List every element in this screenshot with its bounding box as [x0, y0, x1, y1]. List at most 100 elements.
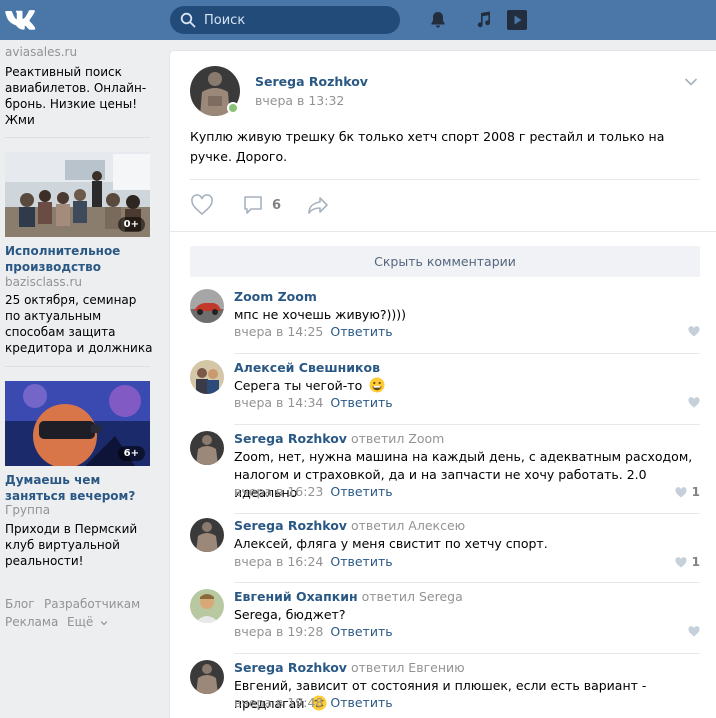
divider	[234, 653, 700, 654]
comment-time[interactable]: вчера в 16:24	[234, 554, 323, 569]
comment-like-button[interactable]: 1	[675, 555, 700, 569]
age-badge: 0+	[117, 217, 145, 232]
heart-icon	[688, 397, 700, 408]
ad-domain[interactable]: Группа	[5, 503, 50, 517]
comment-item: Евгений Охапкин ответил Serega Serega, б…	[190, 589, 700, 649]
wall-post: Serega Rozhkov вчера в 13:32 Куплю живую…	[170, 51, 716, 718]
divider	[5, 366, 150, 367]
comment-avatar[interactable]	[190, 289, 224, 323]
ad-text[interactable]: Приходи в Пермский клуб виртуальной реал…	[5, 521, 155, 569]
reply-button[interactable]: Ответить	[330, 624, 392, 639]
comment-author-link[interactable]: Zoom Zoom	[234, 289, 317, 304]
comment-avatar[interactable]	[190, 589, 224, 623]
divider	[190, 179, 700, 180]
reply-to-label[interactable]: ответил Zoom	[351, 431, 444, 446]
vk-logo-icon[interactable]	[4, 9, 40, 31]
footer-developers-link[interactable]: Разработчикам	[44, 597, 140, 611]
reply-to-label[interactable]: ответил Serega	[362, 589, 463, 604]
reply-button[interactable]: Ответить	[330, 484, 392, 499]
ad-image-vr[interactable]: 6+	[5, 381, 150, 466]
comment-like-button[interactable]	[688, 626, 700, 637]
heart-icon	[675, 556, 687, 567]
online-indicator	[227, 102, 239, 114]
comment-time[interactable]: вчера в 19:48	[234, 695, 323, 710]
footer-more-label: Ещё	[67, 615, 94, 629]
chevron-down-icon[interactable]	[684, 77, 698, 87]
ad-title[interactable]: Думаешь чем заняться вечером?	[5, 472, 155, 504]
heart-icon	[675, 486, 687, 497]
comment-header: Serega Rozhkov ответил Евгению	[234, 660, 465, 675]
post-date[interactable]: вчера в 13:32	[255, 93, 344, 108]
ad-domain[interactable]: bazisclass.ru	[5, 275, 82, 289]
comment-author-link[interactable]: Алексей Свешников	[234, 360, 380, 375]
car-photo-icon	[190, 289, 224, 323]
avatar-photo-icon	[190, 431, 224, 465]
video-icon[interactable]	[506, 9, 528, 31]
comment-avatar[interactable]	[190, 660, 224, 694]
comment-text: мпс не хочешь живую?))))	[234, 307, 406, 322]
comment-header: Serega Rozhkov ответил Zoom	[234, 431, 444, 446]
divider	[5, 137, 150, 138]
reply-to-label[interactable]: ответил Алексею	[351, 518, 465, 533]
ad-text[interactable]: Реактивный поиск авиабилетов. Онлайн-бро…	[5, 64, 155, 128]
heart-icon	[688, 626, 700, 637]
music-icon[interactable]	[474, 10, 494, 30]
comment-item: Serega Rozhkov ответил Евгению Евгений, …	[190, 660, 700, 718]
comment-meta: вчера в 14:25 Ответить	[234, 324, 393, 339]
reply-button[interactable]: Ответить	[330, 324, 392, 339]
reply-button[interactable]: Ответить	[330, 395, 392, 410]
comment-time[interactable]: вчера в 14:34	[234, 395, 323, 410]
comment-time[interactable]: вчера в 14:25	[234, 324, 323, 339]
comment-avatar[interactable]	[190, 431, 224, 465]
like-button[interactable]	[190, 194, 214, 216]
comment-time[interactable]: вчера в 16:23	[234, 484, 323, 499]
ad-domain[interactable]: aviasales.ru	[5, 45, 77, 59]
comment-meta: вчера в 19:28 Ответить	[234, 624, 393, 639]
search-box[interactable]	[170, 6, 400, 34]
age-badge: 6+	[117, 446, 145, 461]
top-bar	[0, 0, 716, 40]
comment-meta: вчера в 16:23 Ответить	[234, 484, 393, 499]
comment-author-link[interactable]: Serega Rozhkov	[234, 518, 347, 533]
divider	[234, 424, 700, 425]
comment-item: Zoom Zoom мпс не хочешь живую?)))) вчера…	[190, 289, 700, 349]
comment-avatar[interactable]	[190, 360, 224, 394]
ad-title[interactable]: Исполнительное производство	[5, 243, 155, 275]
reply-to-label[interactable]: ответил Евгению	[351, 660, 465, 675]
comment-like-button[interactable]	[688, 326, 700, 337]
post-author-link[interactable]: Serega Rozhkov	[255, 74, 368, 89]
heart-icon	[688, 326, 700, 337]
search-input[interactable]	[204, 12, 384, 28]
comment-like-button[interactable]: 1	[675, 485, 700, 499]
like-count: 1	[691, 485, 700, 499]
ad-text[interactable]: 25 октября, семинар по актуальным способ…	[5, 292, 155, 356]
ad-image-seminar[interactable]: 0+	[5, 152, 150, 237]
comment-text: Серега ты чегой-то	[234, 377, 700, 395]
comment-author-link[interactable]: Евгений Охапкин	[234, 589, 358, 604]
share-arrow-icon	[308, 197, 328, 214]
like-count: 1	[691, 555, 700, 569]
comment-avatar[interactable]	[190, 518, 224, 552]
footer-more-link[interactable]: Ещё	[67, 615, 108, 629]
comment-meta: вчера в 14:34 Ответить	[234, 395, 393, 410]
comment-like-button[interactable]	[688, 397, 700, 408]
bell-icon[interactable]	[428, 10, 448, 30]
comments-button[interactable]: 6	[242, 194, 281, 216]
comment-text: Serega, бюджет?	[234, 607, 346, 622]
footer-ads-link[interactable]: Реклама	[5, 615, 58, 629]
footer-blog-link[interactable]: Блог	[5, 597, 35, 611]
hide-comments-button[interactable]: Скрыть комментарии	[190, 246, 700, 277]
comment-author-link[interactable]: Serega Rozhkov	[234, 431, 347, 446]
share-button[interactable]	[306, 194, 330, 216]
comment-author-link[interactable]: Serega Rozhkov	[234, 660, 347, 675]
chevron-down-icon	[100, 621, 108, 626]
comment-text-content: Серега ты чегой-то	[234, 378, 363, 393]
comment-header: Евгений Охапкин ответил Serega	[234, 589, 463, 604]
reply-button[interactable]: Ответить	[330, 695, 392, 710]
comments-count: 6	[272, 197, 282, 213]
reply-button[interactable]: Ответить	[330, 554, 392, 569]
comment-meta: вчера в 19:48 Ответить	[234, 695, 393, 710]
divider	[234, 353, 700, 354]
comment-time[interactable]: вчера в 19:28	[234, 624, 323, 639]
comment-header: Zoom Zoom	[234, 289, 317, 304]
